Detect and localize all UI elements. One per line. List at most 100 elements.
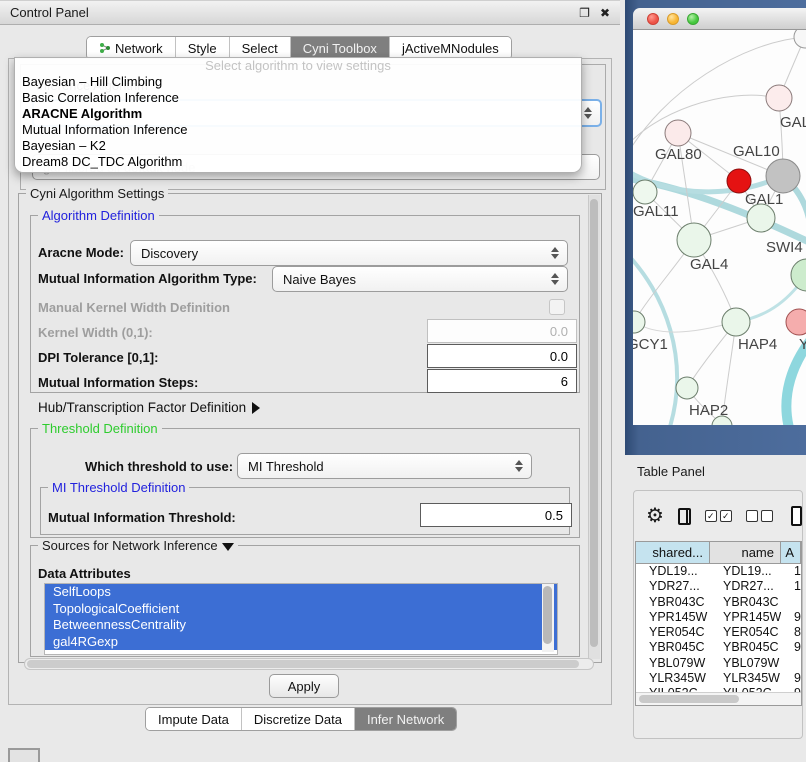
close-icon[interactable]: ✖ bbox=[600, 6, 610, 20]
table-row[interactable]: YBR045CYBR045C9. bbox=[636, 640, 801, 655]
zoom-window-icon[interactable] bbox=[687, 13, 699, 25]
tab-style[interactable]: Style bbox=[176, 37, 230, 59]
popup-item-aracne[interactable]: ARACNE Algorithm bbox=[15, 106, 581, 122]
list-item-topologicalcoefficient[interactable]: TopologicalCoefficient bbox=[45, 601, 557, 618]
tab-network-label: Network bbox=[115, 41, 163, 56]
node-gal1[interactable] bbox=[747, 204, 775, 232]
node-gal4[interactable] bbox=[677, 223, 711, 257]
algorithm-definition-title: Algorithm Definition bbox=[38, 208, 159, 223]
data-attributes-list[interactable]: SelfLoops TopologicalCoefficient Between… bbox=[44, 583, 558, 655]
node-hap2[interactable] bbox=[676, 377, 698, 399]
mi-steps-field[interactable]: 6 bbox=[427, 369, 577, 393]
table-row[interactable]: YBR043CYBR043C bbox=[636, 595, 801, 610]
data-attributes-label: Data Attributes bbox=[38, 566, 131, 581]
list-item-gal4rgexp[interactable]: gal4RGexp bbox=[45, 634, 557, 651]
tab-style-label: Style bbox=[188, 41, 217, 56]
node-label: GAL bbox=[780, 114, 806, 131]
column-view-icon[interactable] bbox=[678, 508, 691, 525]
tab-select[interactable]: Select bbox=[230, 37, 291, 59]
combo-stepper-icon bbox=[511, 460, 527, 472]
table-row[interactable]: YDR27...YDR27...12 bbox=[636, 579, 801, 594]
close-window-icon[interactable] bbox=[647, 13, 659, 25]
collapsed-panel-button[interactable] bbox=[8, 748, 40, 762]
node-label: GAL4 bbox=[690, 256, 728, 273]
tab-impute-data[interactable]: Impute Data bbox=[146, 708, 242, 730]
node-pink-top[interactable] bbox=[766, 85, 792, 111]
table-row[interactable]: YPR145WYPR145W9. bbox=[636, 610, 801, 625]
column-header-name[interactable]: name bbox=[710, 542, 781, 563]
mi-threshold-label: Mutual Information Threshold: bbox=[48, 510, 236, 525]
settings-hscrollbar-thumb[interactable] bbox=[27, 660, 579, 668]
node-label: Y bbox=[799, 336, 806, 353]
settings-hscrollbar[interactable] bbox=[24, 658, 594, 670]
node-gal10[interactable] bbox=[766, 159, 800, 193]
tab-jactivemnodules[interactable]: jActiveMNodules bbox=[390, 37, 511, 59]
node-gal11[interactable] bbox=[633, 180, 657, 204]
node-selected-red[interactable] bbox=[727, 169, 751, 193]
kernel-width-field[interactable]: 0.0 bbox=[427, 319, 577, 343]
hub-definition-toggle[interactable]: Hub/Transcription Factor Definition bbox=[38, 400, 260, 415]
node-label: HAP2 bbox=[689, 402, 728, 419]
deselect-all-icon[interactable] bbox=[746, 510, 773, 522]
table-hscrollbar[interactable] bbox=[636, 692, 801, 705]
settings-scrollbar-thumb[interactable] bbox=[590, 199, 598, 647]
tab-infer-network-label: Infer Network bbox=[367, 712, 444, 727]
tab-network[interactable]: Network bbox=[87, 37, 176, 59]
column-header-partial[interactable]: A bbox=[781, 542, 801, 563]
table-row[interactable]: YER054CYER054C8. bbox=[636, 625, 801, 640]
gear-icon[interactable]: ⚙ bbox=[646, 506, 664, 526]
which-threshold-combo[interactable]: MI Threshold bbox=[237, 453, 532, 479]
float-icon[interactable]: ❐ bbox=[579, 6, 590, 20]
table-rows: YDL19...YDL19...13 YDR27...YDR27...12 YB… bbox=[636, 564, 801, 695]
dpi-tolerance-field[interactable]: 0.0 bbox=[427, 344, 577, 368]
popup-item-dream8[interactable]: Dream8 DC_TDC Algorithm bbox=[15, 154, 581, 170]
mi-algorithm-type-value: Naive Bayes bbox=[273, 272, 547, 287]
apply-button[interactable]: Apply bbox=[269, 674, 339, 698]
tab-discretize-data[interactable]: Discretize Data bbox=[242, 708, 355, 730]
aracne-mode-combo[interactable]: Discovery bbox=[130, 240, 568, 266]
table-row[interactable]: YLR345WYLR345W9. bbox=[636, 671, 801, 686]
list-item-selfloops[interactable]: SelfLoops bbox=[45, 584, 557, 601]
node-hap4[interactable] bbox=[722, 308, 750, 336]
node-gcy1[interactable] bbox=[633, 311, 645, 333]
popup-item-mutual-information[interactable]: Mutual Information Inference bbox=[15, 122, 581, 138]
mi-algorithm-type-combo[interactable]: Naive Bayes bbox=[272, 266, 568, 292]
node-swi4[interactable] bbox=[791, 259, 806, 291]
table-toolbar: ⚙ ✓✓ bbox=[634, 491, 802, 541]
table-hscrollbar-thumb[interactable] bbox=[639, 695, 739, 703]
network-graph: GAL GAL80 GAL10 GAL11 GAL1 GAL4 SWI4 GCY… bbox=[633, 30, 806, 425]
tab-infer-network[interactable]: Infer Network bbox=[355, 708, 456, 730]
popup-item-basic-correlation[interactable]: Basic Correlation Inference bbox=[15, 90, 581, 106]
which-threshold-label: Which threshold to use: bbox=[85, 459, 233, 474]
attribute-list-scrollbar[interactable] bbox=[542, 584, 554, 652]
mi-threshold-field[interactable]: 0.5 bbox=[420, 503, 572, 527]
table-row[interactable]: YBL079WYBL079W bbox=[636, 656, 801, 671]
tab-cyni-toolbox-label: Cyni Toolbox bbox=[303, 41, 377, 56]
network-view-canvas[interactable]: GAL GAL80 GAL10 GAL11 GAL1 GAL4 SWI4 GCY… bbox=[633, 30, 806, 425]
tab-cyni-toolbox[interactable]: Cyni Toolbox bbox=[291, 37, 390, 59]
algorithm-dropdown-popup: Select algorithm to view settings Bayesi… bbox=[14, 57, 582, 173]
select-all-icon[interactable]: ✓✓ bbox=[705, 510, 732, 522]
sources-title-label: Sources for Network Inference bbox=[42, 538, 218, 553]
list-item-betweennesscentrality[interactable]: BetweennessCentrality bbox=[45, 617, 557, 634]
sources-group-title[interactable]: Sources for Network Inference bbox=[38, 538, 238, 553]
manual-kernel-width-checkbox[interactable] bbox=[549, 299, 565, 315]
node-top-partial[interactable] bbox=[794, 30, 806, 48]
aracne-mode-value: Discovery bbox=[131, 246, 547, 261]
node-gal80[interactable] bbox=[665, 120, 691, 146]
minimize-window-icon[interactable] bbox=[667, 13, 679, 25]
network-icon bbox=[99, 42, 111, 54]
node-label: HAP4 bbox=[738, 336, 777, 353]
cyni-algorithm-settings-title: Cyni Algorithm Settings bbox=[26, 186, 168, 201]
table-row[interactable]: YDL19...YDL19...13 bbox=[636, 564, 801, 579]
popup-item-bayesian-k2[interactable]: Bayesian – K2 bbox=[15, 138, 581, 154]
node-pink-right[interactable] bbox=[786, 309, 806, 335]
settings-scrollbar-track[interactable] bbox=[588, 195, 600, 659]
export-table-icon[interactable] bbox=[791, 506, 802, 526]
kernel-width-label: Kernel Width (0,1): bbox=[38, 325, 153, 340]
network-window-titlebar[interactable] bbox=[633, 8, 806, 30]
mi-threshold-definition-title: MI Threshold Definition bbox=[48, 480, 189, 495]
column-header-shared-name[interactable]: shared... bbox=[636, 542, 710, 563]
popup-item-bayesian-hill[interactable]: Bayesian – Hill Climbing bbox=[15, 74, 581, 90]
attribute-list-scrollbar-thumb[interactable] bbox=[543, 586, 552, 644]
